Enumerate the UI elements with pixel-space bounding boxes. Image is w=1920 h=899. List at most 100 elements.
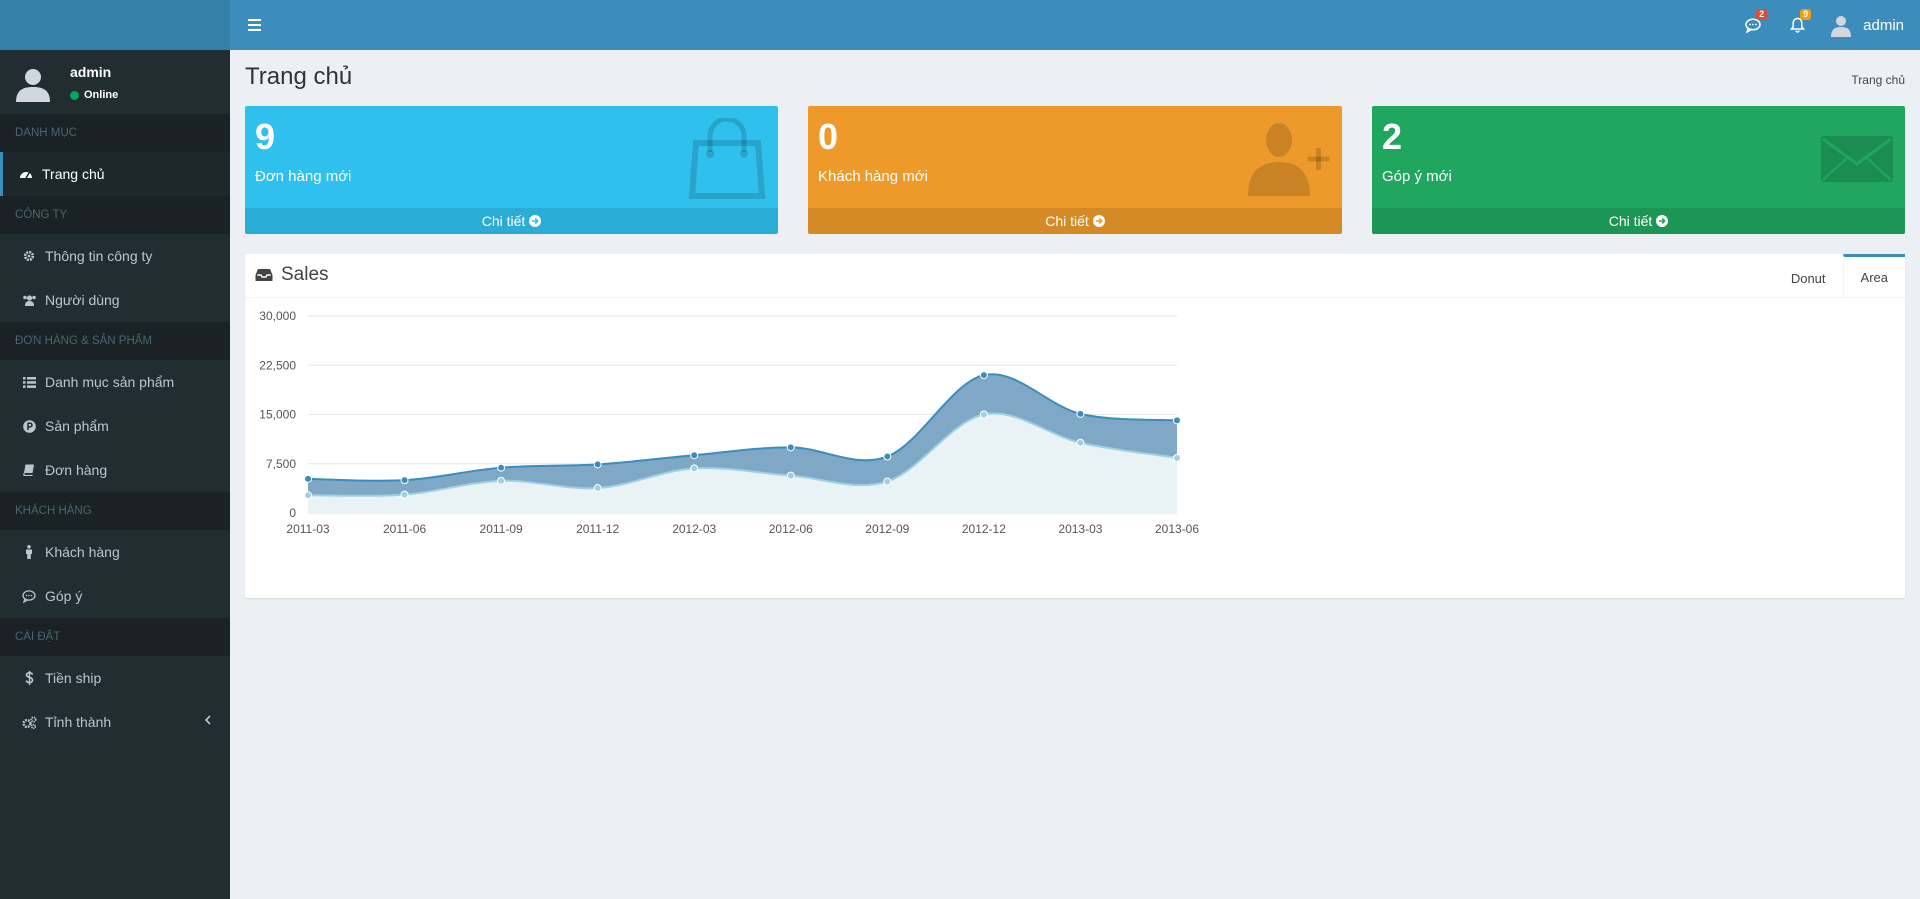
- online-dot-icon: [70, 90, 79, 100]
- dollar-icon: [24, 671, 33, 685]
- sidebar-item-label: Góp ý: [45, 588, 83, 604]
- messages-button[interactable]: 2: [1731, 0, 1775, 50]
- inbox-icon: [255, 269, 273, 281]
- sidebar-item-label: Khách hàng: [45, 544, 120, 560]
- user-panel: admin Online: [0, 50, 230, 114]
- stat-label: Góp ý mới: [1382, 168, 1452, 185]
- x-tick-label: 2013-03: [1058, 522, 1102, 536]
- page-title: Trang chủ: [245, 63, 353, 90]
- data-point-lower: [1173, 453, 1181, 462]
- header-user-name: admin: [1863, 16, 1904, 34]
- stat-label: Khách hàng mới: [818, 168, 928, 185]
- gears-icon: [21, 715, 37, 729]
- list-icon: [22, 376, 36, 388]
- data-point-lower: [400, 490, 409, 499]
- messages-badge: 2: [1756, 9, 1768, 20]
- data-point-upper: [1173, 416, 1181, 425]
- dashboard-icon: [20, 172, 32, 179]
- sidebar-item-nguoi-dung[interactable]: Người dùng: [0, 278, 230, 322]
- sidebar-item-san-pham[interactable]: Sản phẩm: [0, 404, 230, 448]
- data-point-upper: [979, 371, 988, 380]
- data-point-lower: [979, 410, 988, 419]
- sidebar-item-don-hang[interactable]: Đơn hàng: [0, 448, 230, 492]
- arrow-circle-right-icon: [529, 215, 542, 227]
- sidebar-item-label: Trang chủ: [42, 166, 105, 182]
- stat-details-link[interactable]: Chi tiết: [1372, 208, 1905, 234]
- arrow-circle-right-icon: [1656, 215, 1669, 227]
- sales-chart-wrap: 0 7,500 15,000 22,500 30,000 2011-03 2011-06 20…: [245, 298, 1225, 601]
- x-tick-label: 2012-12: [962, 522, 1006, 536]
- sidebar-user-name: admin: [70, 64, 112, 80]
- data-point-upper: [786, 443, 795, 452]
- menu-header-khach-hang: KHÁCH HÀNG: [0, 492, 230, 530]
- data-point-upper: [400, 476, 409, 485]
- main-content: Trang chủ Trang chủ 9 Đơn hàng mới Chi t…: [230, 50, 1920, 899]
- avatar: [16, 69, 50, 102]
- stat-value: 0: [818, 116, 839, 157]
- sidebar-item-thong-tin-cong-ty[interactable]: Thông tin công ty: [0, 234, 230, 278]
- sidebar-item-label: Đơn hàng: [45, 462, 108, 478]
- sidebar-item-label: Tiền ship: [45, 670, 102, 686]
- stat-value: 2: [1382, 116, 1403, 157]
- male-icon: [26, 545, 32, 559]
- data-point-lower: [497, 476, 506, 485]
- data-point-upper: [690, 451, 699, 460]
- sidebar-item-tien-ship[interactable]: Tiền ship: [0, 656, 230, 700]
- menu-header-don-hang-san-pham: ĐƠN HÀNG & SẢN PHẨM: [0, 322, 230, 360]
- data-point-upper: [593, 460, 602, 469]
- tab-area[interactable]: Area: [1842, 254, 1905, 298]
- y-tick-label: 30,000: [259, 309, 296, 323]
- sidebar: admin Online DANH MỤC Trang chủ CÔNG TY …: [0, 50, 230, 899]
- chevron-left-icon[interactable]: [204, 714, 212, 726]
- x-tick-label: 2012-03: [672, 522, 716, 536]
- x-tick-label: 2011-06: [383, 522, 426, 536]
- x-tick-label: 2012-06: [769, 522, 813, 536]
- stat-box-feedback: 2 Góp ý mới Chi tiết: [1372, 106, 1905, 234]
- user-status: Online: [70, 89, 118, 101]
- top-navbar: 2 9 admin: [230, 0, 1920, 50]
- sidebar-item-trang-chu[interactable]: Trang chủ: [0, 152, 230, 196]
- sidebar-item-label: Tỉnh thành: [45, 714, 112, 730]
- logo-area[interactable]: [0, 0, 230, 50]
- sidebar-toggle-icon[interactable]: [244, 13, 268, 37]
- user-menu[interactable]: admin: [1819, 0, 1920, 50]
- menu-header-danh-muc: DANH MỤC: [0, 114, 230, 152]
- sidebar-item-danh-muc-san-pham[interactable]: Danh mục sản phẩm: [0, 360, 230, 404]
- sidebar-item-gop-y[interactable]: Góp ý: [0, 574, 230, 618]
- menu-header-cai-dat: CÀI ĐẶT: [0, 618, 230, 656]
- y-tick-label: 7,500: [266, 457, 296, 471]
- data-point-lower: [883, 477, 892, 486]
- envelope-icon: [1821, 136, 1893, 182]
- sales-area-chart: 0 7,500 15,000 22,500 30,000 2011-03 2011-06 20…: [259, 309, 1199, 536]
- stat-details-link[interactable]: Chi tiết: [245, 208, 778, 234]
- sidebar-item-label: Thông tin công ty: [45, 248, 153, 264]
- data-point-lower: [690, 464, 699, 473]
- stat-label: Đơn hàng mới: [255, 168, 352, 185]
- menu-header-cong-ty: CÔNG TY: [0, 196, 230, 234]
- sidebar-item-label: Người dùng: [45, 292, 120, 308]
- navbar-right: 2 9 admin: [1731, 0, 1920, 50]
- book-icon: [23, 464, 34, 476]
- data-point-lower: [593, 484, 602, 493]
- tab-donut[interactable]: Donut: [1774, 254, 1843, 298]
- stat-details-link[interactable]: Chi tiết: [808, 208, 1342, 234]
- sidebar-item-label: Danh mục sản phẩm: [45, 374, 175, 390]
- y-tick-label: 22,500: [259, 358, 296, 372]
- x-tick-label: 2011-09: [480, 522, 523, 536]
- sales-panel-title: Sales: [255, 264, 329, 286]
- data-point-upper: [1076, 409, 1085, 418]
- product-p-icon: [22, 419, 36, 433]
- comment-icon: [22, 589, 36, 603]
- data-point-lower: [786, 471, 795, 480]
- notifications-button[interactable]: 9: [1775, 0, 1819, 50]
- sidebar-item-tinh-thanh[interactable]: Tỉnh thành: [0, 700, 230, 744]
- notifications-badge: 9: [1800, 9, 1812, 20]
- sidebar-item-khach-hang[interactable]: Khách hàng: [0, 530, 230, 574]
- stat-box-customers: 0 Khách hàng mới Chi tiết: [808, 106, 1342, 234]
- sales-panel-header: Sales Donut Area: [245, 254, 1905, 298]
- breadcrumb[interactable]: Trang chủ: [1851, 73, 1905, 87]
- chart-tabs: Donut Area: [1774, 254, 1905, 298]
- sidebar-item-label: Sản phẩm: [45, 418, 109, 434]
- data-point-upper: [497, 463, 506, 472]
- users-icon: [22, 295, 36, 306]
